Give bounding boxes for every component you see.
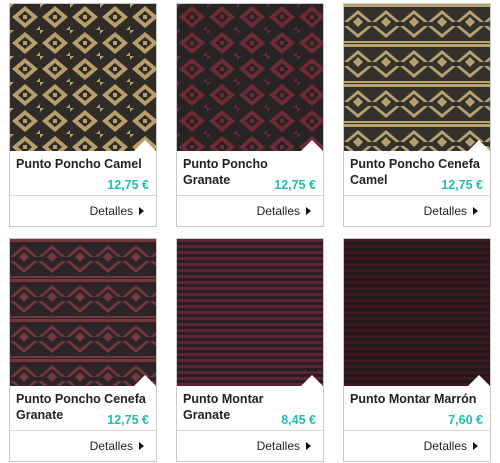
- chevron-right-icon: [306, 206, 311, 215]
- pattern-fill: [344, 4, 490, 151]
- fabric-swatch-image[interactable]: [344, 239, 490, 386]
- details-label: Detalles: [89, 438, 133, 453]
- pattern-fill: [177, 239, 323, 386]
- product-info: Punto Poncho Camel 12,75 €: [10, 151, 156, 195]
- details-label: Detalles: [256, 203, 300, 218]
- product-price: 12,75 €: [274, 178, 316, 192]
- fabric-pattern: [10, 4, 156, 151]
- pattern-fill: [10, 4, 156, 151]
- fabric-pattern: [10, 239, 156, 386]
- product-grid: Punto Poncho Camel 12,75 € Detalles Punt…: [9, 3, 493, 462]
- product-card: Punto Montar Marrón 7,60 € Detalles: [343, 238, 491, 462]
- product-info: Punto Montar Granate 8,45 €: [177, 386, 323, 430]
- product-card: Punto Poncho Camel 12,75 € Detalles: [9, 3, 157, 227]
- product-info: Punto Montar Marrón 7,60 €: [344, 386, 490, 430]
- fabric-swatch-image[interactable]: [177, 239, 323, 386]
- product-price: 12,75 €: [107, 178, 149, 192]
- details-button[interactable]: Detalles: [177, 431, 323, 460]
- fabric-swatch-image[interactable]: [10, 4, 156, 151]
- details-button[interactable]: Detalles: [10, 431, 156, 460]
- details-label: Detalles: [423, 438, 467, 453]
- details-button[interactable]: Detalles: [344, 196, 490, 225]
- details-label: Detalles: [256, 438, 300, 453]
- product-price: 12,75 €: [107, 413, 149, 427]
- product-card: Punto Montar Granate 8,45 € Detalles: [176, 238, 324, 462]
- product-price: 12,75 €: [441, 178, 483, 192]
- product-name[interactable]: Punto Montar Marrón: [350, 391, 480, 407]
- details-label: Detalles: [423, 203, 467, 218]
- pattern-fill: [177, 4, 323, 151]
- chevron-right-icon: [473, 206, 478, 215]
- product-price: 8,45 €: [281, 413, 316, 427]
- fabric-pattern: [177, 4, 323, 151]
- details-button[interactable]: Detalles: [177, 196, 323, 225]
- fabric-swatch-image[interactable]: [177, 4, 323, 151]
- details-button[interactable]: Detalles: [10, 196, 156, 225]
- pattern-fill: [344, 239, 490, 386]
- fabric-pattern: [177, 239, 323, 386]
- pattern-fill: [10, 239, 156, 386]
- product-info: Punto Poncho Cenefa Camel 12,75 €: [344, 151, 490, 195]
- product-price: 7,60 €: [448, 413, 483, 427]
- product-card: Punto Poncho Cenefa Camel 12,75 € Detall…: [343, 3, 491, 227]
- product-card: Punto Poncho Cenefa Granate 12,75 € Deta…: [9, 238, 157, 462]
- fabric-pattern: [344, 4, 490, 151]
- product-name[interactable]: Punto Poncho Camel: [16, 156, 146, 172]
- product-info: Punto Poncho Granate 12,75 €: [177, 151, 323, 195]
- fabric-pattern: [344, 239, 490, 386]
- fabric-swatch-image[interactable]: [10, 239, 156, 386]
- chevron-right-icon: [139, 206, 144, 215]
- chevron-right-icon: [306, 441, 311, 450]
- details-button[interactable]: Detalles: [344, 431, 490, 460]
- product-card: Punto Poncho Granate 12,75 € Detalles: [176, 3, 324, 227]
- fabric-swatch-image[interactable]: [344, 4, 490, 151]
- chevron-right-icon: [139, 441, 144, 450]
- chevron-right-icon: [473, 441, 478, 450]
- details-label: Detalles: [89, 203, 133, 218]
- product-info: Punto Poncho Cenefa Granate 12,75 €: [10, 386, 156, 430]
